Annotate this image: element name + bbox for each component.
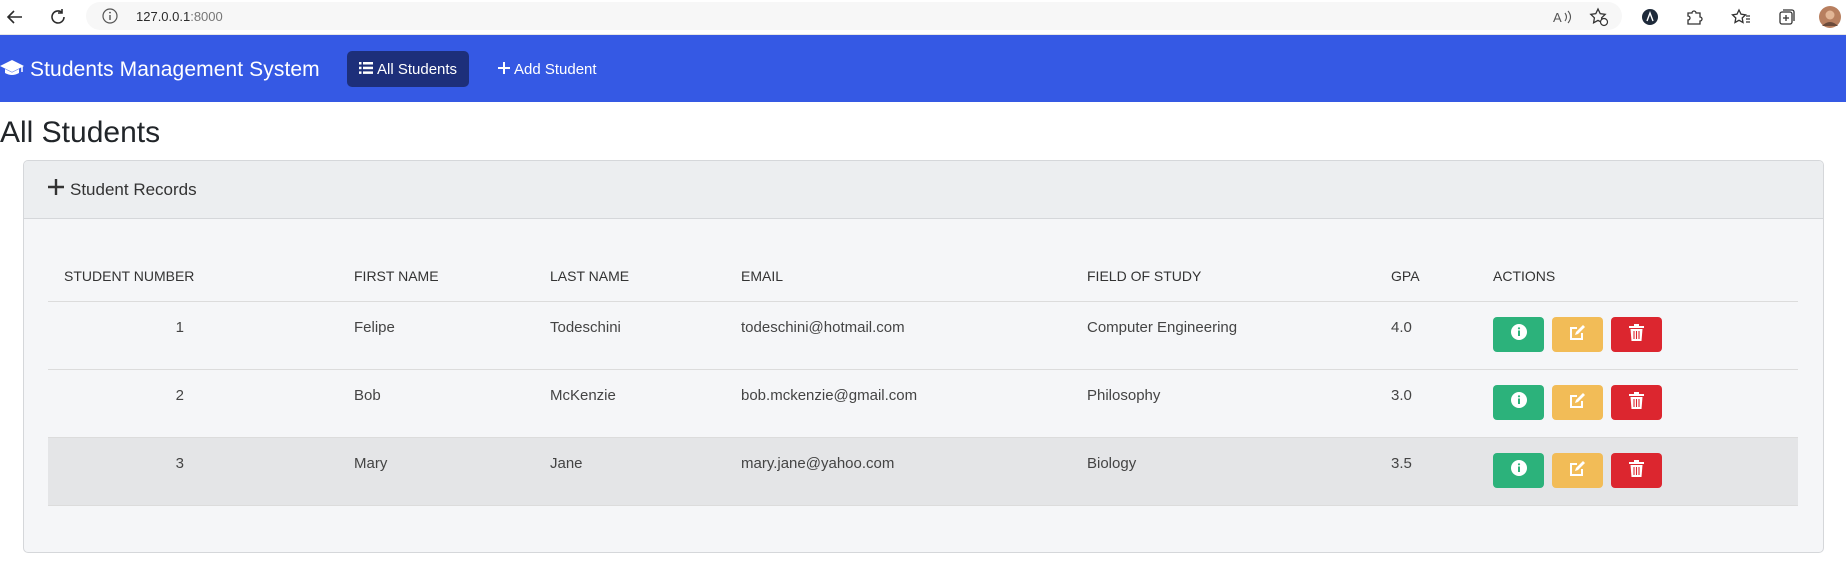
table-row: 3 Mary Jane mary.jane@yahoo.com Biology …: [48, 437, 1798, 506]
read-aloud-icon[interactable]: A: [1552, 6, 1574, 28]
plus-icon: [48, 179, 64, 200]
cell-field-of-study: Philosophy: [1071, 369, 1375, 438]
brand[interactable]: Students Management System: [0, 56, 320, 84]
collections-icon[interactable]: [1776, 6, 1798, 28]
column-header-field-of-study: FIELD OF STUDY: [1071, 252, 1375, 302]
table-header-row: STUDENT NUMBER FIRST NAME LAST NAME EMAI…: [48, 252, 1798, 302]
nav-add-student-label: Add Student: [514, 60, 597, 78]
cell-last-name: McKenzie: [534, 369, 725, 438]
site-info-icon[interactable]: [102, 8, 118, 29]
trash-icon: [1629, 459, 1644, 481]
card-header-label: Student Records: [70, 179, 197, 199]
url-text: 127.0.0.1:8000: [136, 9, 223, 24]
view-button[interactable]: [1493, 452, 1544, 488]
page-title: All Students: [0, 116, 161, 149]
cell-gpa: 4.0: [1375, 301, 1477, 370]
table-row: 2 Bob McKenzie bob.mckenzie@gmail.com Ph…: [48, 369, 1798, 438]
navbar: Students Management System All Students …: [0, 35, 1846, 102]
delete-button[interactable]: [1611, 452, 1662, 488]
cell-first-name: Bob: [338, 369, 534, 438]
favorites-icon[interactable]: [1730, 6, 1752, 28]
list-icon: [359, 61, 377, 78]
cell-student-number: 1: [48, 301, 338, 370]
address-bar[interactable]: 127.0.0.1:8000: [86, 2, 1622, 30]
view-button[interactable]: [1493, 384, 1544, 420]
extensions-puzzle-icon[interactable]: [1683, 6, 1705, 28]
edit-button[interactable]: [1552, 452, 1603, 488]
cell-student-number: 3: [48, 437, 338, 506]
plus-icon: [498, 61, 514, 78]
nav-add-student[interactable]: Add Student: [486, 51, 609, 87]
extension-a-icon[interactable]: [1639, 6, 1661, 28]
card-header[interactable]: Student Records: [24, 161, 1823, 219]
delete-button[interactable]: [1611, 316, 1662, 352]
column-header-email: EMAIL: [725, 252, 1071, 302]
back-arrow-icon[interactable]: [4, 6, 26, 28]
info-icon: [1510, 460, 1527, 480]
graduation-cap-icon: [0, 58, 24, 83]
nav-all-students-label: All Students: [377, 60, 458, 78]
cell-email: bob.mckenzie@gmail.com: [725, 369, 1071, 438]
cell-first-name: Felipe: [338, 301, 534, 370]
info-icon: [1510, 324, 1527, 344]
cell-first-name: Mary: [338, 437, 534, 506]
edit-button[interactable]: [1552, 384, 1603, 420]
favorite-add-icon[interactable]: [1588, 6, 1610, 28]
svg-text:A: A: [1553, 10, 1562, 25]
cell-gpa: 3.5: [1375, 437, 1477, 506]
cell-actions: [1477, 369, 1798, 438]
cell-last-name: Jane: [534, 437, 725, 506]
edit-icon: [1569, 392, 1586, 413]
nav-all-students[interactable]: All Students: [347, 51, 470, 87]
edit-icon: [1569, 324, 1586, 345]
trash-icon: [1629, 323, 1644, 345]
cell-student-number: 2: [48, 369, 338, 438]
column-header-student-number: STUDENT NUMBER: [48, 252, 338, 302]
trash-icon: [1629, 391, 1644, 413]
cell-actions: [1477, 301, 1798, 370]
column-header-first-name: FIRST NAME: [338, 252, 534, 302]
view-button[interactable]: [1493, 316, 1544, 352]
students-table: STUDENT NUMBER FIRST NAME LAST NAME EMAI…: [48, 252, 1798, 506]
brand-title: Students Management System: [30, 58, 320, 81]
column-header-last-name: LAST NAME: [534, 252, 725, 302]
edit-button[interactable]: [1552, 316, 1603, 352]
avatar[interactable]: [1819, 6, 1841, 28]
info-icon: [1510, 392, 1527, 412]
student-records-card: Student Records STUDENT NUMBER FIRST NAM…: [23, 160, 1824, 553]
cell-email: todeschini@hotmail.com: [725, 301, 1071, 370]
cell-last-name: Todeschini: [534, 301, 725, 370]
edit-icon: [1569, 460, 1586, 481]
column-header-actions: ACTIONS: [1477, 252, 1798, 302]
cell-email: mary.jane@yahoo.com: [725, 437, 1071, 506]
cell-gpa: 3.0: [1375, 369, 1477, 438]
browser-toolbar: 127.0.0.1:8000 A: [0, 0, 1846, 35]
reload-icon[interactable]: [47, 6, 69, 28]
column-header-gpa: GPA: [1375, 252, 1477, 302]
cell-actions: [1477, 437, 1798, 506]
table-row: 1 Felipe Todeschini todeschini@hotmail.c…: [48, 301, 1798, 370]
cell-field-of-study: Computer Engineering: [1071, 301, 1375, 370]
delete-button[interactable]: [1611, 384, 1662, 420]
cell-field-of-study: Biology: [1071, 437, 1375, 506]
